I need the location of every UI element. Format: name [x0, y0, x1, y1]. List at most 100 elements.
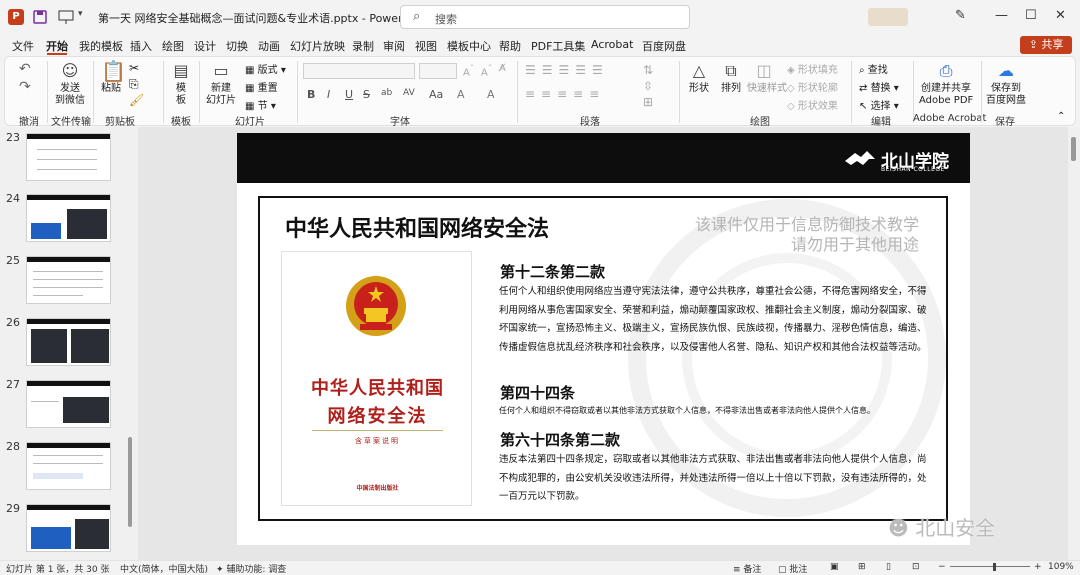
- slide-thumbnail-26[interactable]: [26, 318, 111, 366]
- menu-template-center[interactable]: 模板中心: [447, 38, 491, 54]
- menu-pdf-tools[interactable]: PDF工具集: [531, 38, 585, 54]
- template-button[interactable]: ▤ 模 板: [169, 61, 193, 107]
- search-box[interactable]: ⌕ 搜索: [400, 5, 690, 29]
- menu-review[interactable]: 审阅: [383, 38, 405, 54]
- quick-style-button[interactable]: ◫ 快速样式: [747, 61, 787, 95]
- dropdown-icon[interactable]: ▾: [78, 9, 94, 25]
- change-case-button[interactable]: Aa: [429, 88, 443, 101]
- slide-sorter-icon[interactable]: ⊞: [858, 562, 866, 572]
- zoom-slider[interactable]: [950, 566, 1030, 567]
- slide-thumbnail-29[interactable]: [26, 504, 111, 552]
- shapes-icon: △: [692, 61, 706, 80]
- shape-button[interactable]: △ 形状: [685, 61, 713, 95]
- section-button[interactable]: ▦ 节 ▾: [245, 97, 276, 112]
- strikethrough-button[interactable]: S: [363, 88, 370, 101]
- menu-design[interactable]: 设计: [194, 38, 216, 54]
- zoom-level[interactable]: 109%: [1048, 562, 1074, 572]
- minimize-icon[interactable]: —: [995, 8, 1008, 23]
- underline-button[interactable]: U: [345, 88, 353, 101]
- close-icon[interactable]: ✕: [1055, 8, 1066, 23]
- layout-button[interactable]: ▦ 版式 ▾: [245, 61, 286, 76]
- menu-transitions[interactable]: 切换: [226, 38, 248, 54]
- slide-thumbnail-27[interactable]: [26, 380, 111, 428]
- divider: [679, 61, 680, 123]
- menu-record[interactable]: 录制: [352, 38, 374, 54]
- shadow-button[interactable]: ab: [381, 88, 392, 98]
- wechat-icon: ☺: [61, 61, 79, 80]
- send-wechat-button[interactable]: ☺ 发送 到微信: [53, 61, 87, 107]
- zoom-in-icon[interactable]: +: [1034, 562, 1042, 572]
- select-button[interactable]: ↖ 选择 ▾: [859, 97, 899, 112]
- menu-animations[interactable]: 动画: [258, 38, 280, 54]
- paste-button[interactable]: 📋 粘贴: [97, 61, 126, 95]
- slide-thumbnail-24[interactable]: [26, 194, 111, 242]
- clear-format-icon[interactable]: A̸: [499, 63, 506, 74]
- slide-thumbnail-28[interactable]: [26, 442, 111, 490]
- text-direction-icon[interactable]: ⇅: [643, 63, 653, 77]
- shape-effect-button[interactable]: ◇ 形状效果: [787, 97, 838, 112]
- group-paragraph-label: 段落: [580, 117, 600, 128]
- cut-icon[interactable]: ✂: [129, 61, 139, 75]
- avatar[interactable]: [868, 8, 908, 26]
- comments-button[interactable]: ▢ 批注: [778, 562, 807, 575]
- language-status[interactable]: 中文(简体，中国大陆): [120, 562, 208, 575]
- menu-acrobat[interactable]: Acrobat: [591, 38, 633, 51]
- accessibility-status[interactable]: ✦ 辅助功能: 调查: [216, 562, 286, 575]
- notes-button[interactable]: ≡ 备注: [733, 562, 761, 575]
- share-button[interactable]: ⇪ 共享: [1020, 36, 1072, 54]
- presenter-view-icon[interactable]: ⊡: [912, 562, 920, 572]
- pen-icon[interactable]: ✎: [955, 8, 966, 23]
- font-family-select[interactable]: [303, 63, 415, 79]
- zoom-slider-handle[interactable]: [993, 563, 996, 571]
- new-slide-button[interactable]: ▭ 新建 幻灯片: [203, 61, 239, 107]
- find-button[interactable]: ⌕ 查找: [859, 61, 888, 76]
- slideshow-icon[interactable]: [58, 9, 74, 25]
- font-size-select[interactable]: [419, 63, 457, 79]
- menu-baidu[interactable]: 百度网盘: [642, 38, 686, 54]
- highlight-button[interactable]: A: [457, 88, 465, 101]
- menu-help[interactable]: 帮助: [499, 38, 521, 54]
- increase-font-icon[interactable]: Aˆ: [463, 63, 474, 78]
- normal-view-icon[interactable]: ▣: [830, 562, 839, 572]
- menu-insert[interactable]: 插入: [130, 38, 152, 54]
- canvas-scrollbar[interactable]: [1068, 127, 1080, 560]
- collapse-ribbon-icon[interactable]: ⌃: [1057, 111, 1065, 122]
- smartart-icon[interactable]: ⊞: [643, 95, 653, 109]
- copy-icon[interactable]: ⎘: [129, 77, 139, 92]
- slide-thumbnail-23[interactable]: [26, 133, 111, 181]
- national-emblem-icon: [346, 276, 406, 336]
- shape-outline-button[interactable]: ◇ 形状轮廓: [787, 79, 838, 94]
- shape-fill-button[interactable]: ◈ 形状填充: [787, 61, 838, 76]
- italic-button[interactable]: I: [327, 88, 330, 101]
- list-buttons[interactable]: ☰☰☰☰☰: [525, 63, 609, 77]
- align-buttons[interactable]: ≡≡≡≡≡: [525, 87, 605, 101]
- thumbnail-scrollbar[interactable]: [126, 127, 134, 557]
- save-icon[interactable]: [32, 9, 48, 25]
- font-color-button[interactable]: A: [487, 88, 495, 101]
- menu-view[interactable]: 视图: [415, 38, 437, 54]
- zoom-out-icon[interactable]: −: [938, 562, 946, 572]
- redo-icon[interactable]: ↷: [19, 79, 31, 95]
- menu-file[interactable]: 文件: [12, 38, 34, 54]
- replace-button[interactable]: ⇄ 替换 ▾: [859, 79, 899, 94]
- create-pdf-button[interactable]: ⎙ 创建并共享 Adobe PDF: [919, 61, 973, 107]
- align-text-icon[interactable]: ⇳: [643, 79, 653, 93]
- menu-my-templates[interactable]: 我的模板: [79, 38, 123, 54]
- section-body: 任何个人和组织不得窃取或者以其他非法方式获取个人信息，不得非法出售或者非法向他人…: [499, 406, 875, 415]
- menu-home[interactable]: 开始: [46, 38, 68, 54]
- save-baidu-button[interactable]: ☁ 保存到 百度网盘: [985, 61, 1027, 107]
- bold-button[interactable]: B: [307, 88, 315, 101]
- undo-icon[interactable]: ↶: [19, 61, 31, 77]
- slide-thumbnail-25[interactable]: [26, 256, 111, 304]
- arrange-button[interactable]: ⧉ 排列: [717, 61, 745, 95]
- college-logo-subtext: BEISHAN COLLEGE: [881, 166, 945, 173]
- format-painter-icon[interactable]: 🖌: [129, 93, 144, 107]
- reset-button[interactable]: ▦ 重置: [245, 79, 278, 94]
- reading-view-icon[interactable]: ▯: [886, 562, 891, 572]
- current-slide[interactable]: 北山学院 BEISHAN COLLEGE 中华人民共和国网络安全法 该课件仅用于…: [237, 133, 970, 545]
- decrease-font-icon[interactable]: Aˇ: [481, 63, 492, 78]
- maximize-icon[interactable]: ☐: [1025, 8, 1037, 23]
- char-spacing-button[interactable]: AV: [403, 88, 415, 98]
- menu-slideshow[interactable]: 幻灯片放映: [290, 38, 345, 54]
- menu-draw[interactable]: 绘图: [162, 38, 184, 54]
